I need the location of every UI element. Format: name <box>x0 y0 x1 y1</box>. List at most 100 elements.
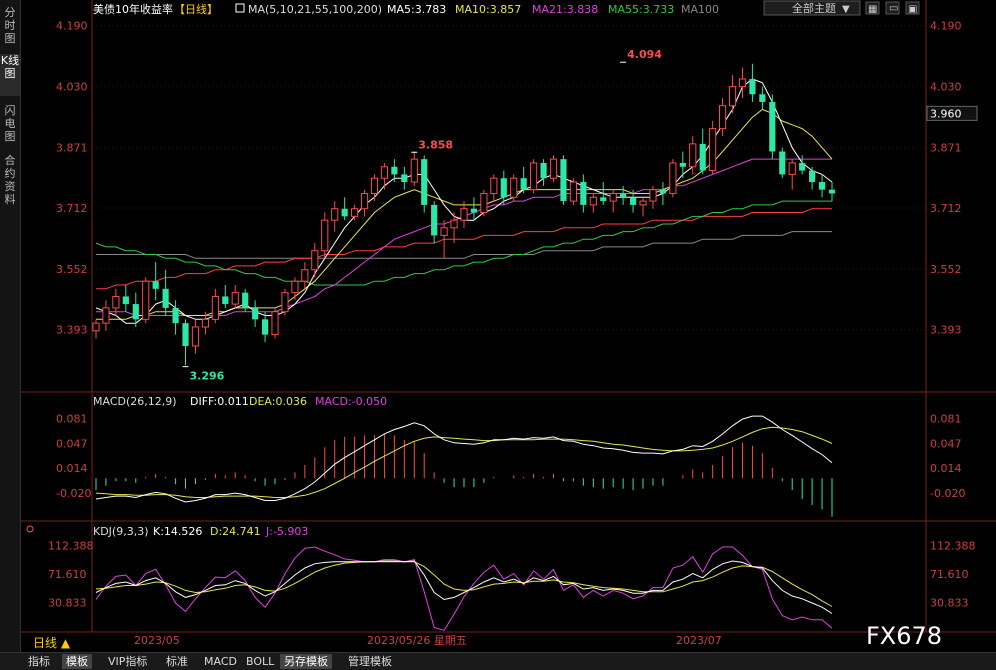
macd-tick-right: 0.014 <box>930 462 962 475</box>
macd-diff-line <box>95 415 833 503</box>
macd-tick-right: 0.081 <box>930 412 962 425</box>
kdj-settings-icon[interactable] <box>26 525 34 533</box>
candle-body-up <box>788 162 796 175</box>
candle-body-up <box>530 162 538 191</box>
candle-body-up <box>719 105 727 130</box>
candle-body-down <box>152 281 159 289</box>
theme-dropdown[interactable]: 全部主题 ▼ <box>763 0 861 16</box>
candle-body-down <box>172 307 179 324</box>
kdj-tick-right: 71.610 <box>930 568 969 581</box>
app-root: 美债10年收益率 【日线】 MA(5,10,21,55,100,200) MA5… <box>0 0 996 670</box>
candle-body-up <box>360 192 369 210</box>
candle-body-up <box>112 295 120 309</box>
macd-value: MACD:-0.050 <box>315 395 387 408</box>
ma-toggle-icon[interactable] <box>235 3 245 13</box>
candle-body-up <box>669 162 677 194</box>
candle-body-up <box>351 208 359 217</box>
candle-body-up <box>569 181 577 202</box>
candle-body-down <box>620 193 627 198</box>
macd-axis: -0.020 -0.020 0.014 0.014 0.047 0.047 0.081 0.0… <box>56 412 965 500</box>
candle-body-down <box>431 204 438 236</box>
grid-icon: ▦ <box>868 4 877 15</box>
bottom-tab-template[interactable]: 模板 <box>62 654 92 669</box>
candle-body-down <box>540 162 547 179</box>
macd-tick-left: -0.020 <box>56 487 91 500</box>
candle-body-down <box>629 197 637 205</box>
candle-body-up <box>709 128 717 172</box>
sidebar-tab-kline[interactable]: K线图 <box>0 54 20 96</box>
chart-period: 【日线】 <box>174 2 218 16</box>
bottom-tab-boll[interactable]: BOLL <box>242 654 278 669</box>
candle-body-up <box>728 86 737 107</box>
macd-tick-left: 0.081 <box>56 412 88 425</box>
macd-diff: DIFF:0.011 <box>190 395 249 408</box>
bottom-tab-vip[interactable]: VIP指标 <box>104 654 151 669</box>
price-tick-right: 3.871 <box>930 141 962 154</box>
macd-tick-right: -0.020 <box>930 487 965 500</box>
candle-body-down <box>659 189 667 194</box>
price-tick-left: 3.712 <box>56 202 88 215</box>
macd-label: MACD(26,12,9) <box>93 395 177 408</box>
candle-body-down <box>699 143 706 171</box>
ma21-line <box>96 158 832 316</box>
sidebar: 分时图 K线图 闪电图 合约资料 <box>0 0 21 652</box>
bottom-tab-manage-template[interactable]: 管理模板 <box>344 654 396 669</box>
candle-body-up <box>271 311 279 336</box>
sidebar-tab-timeshare[interactable]: 分时图 <box>0 6 20 46</box>
candle-body-up <box>609 192 617 202</box>
candle-body-down <box>769 101 776 152</box>
candle-body-down <box>470 208 478 213</box>
bottom-tab-macd[interactable]: MACD <box>200 654 241 669</box>
sidebar-tab-lightning[interactable]: 闪电图 <box>0 104 20 144</box>
candle-body-up <box>142 280 150 320</box>
kdj-d: D:24.741 <box>210 525 261 538</box>
kdj-tick-left: 112.388 <box>48 539 94 552</box>
grid-layout-button[interactable]: ▦ <box>865 1 880 15</box>
candle-body-down <box>261 319 269 335</box>
kdj-tick-left: 71.610 <box>48 568 87 581</box>
bottom-tab-standard[interactable]: 标准 <box>162 654 192 669</box>
candle-body-up <box>301 269 309 282</box>
candle-body-up <box>738 78 747 88</box>
current-price-label: 3.960 <box>930 107 962 120</box>
candles <box>92 63 836 366</box>
date-axis-center: 2023/05/26 星期五 <box>367 634 467 647</box>
candle-body-down <box>421 159 428 205</box>
candle-body-up <box>321 219 329 252</box>
kdj-tick-right: 112.388 <box>930 539 976 552</box>
watermark-fx678: FX678 <box>866 622 942 650</box>
chart-title: 美债10年收益率 <box>93 2 173 16</box>
candle-body-up <box>191 326 200 347</box>
bottom-tab-save-template[interactable]: 另存模板 <box>280 654 332 669</box>
candle-body-up <box>92 322 100 332</box>
macd-tick-left: 0.047 <box>56 438 88 451</box>
bottom-tab-indicators[interactable]: 指标 <box>24 654 54 669</box>
maximize-button[interactable]: ▣ <box>905 1 920 15</box>
candle-body-down <box>242 292 249 308</box>
macd-bars <box>95 433 833 517</box>
candle-body-down <box>401 174 408 183</box>
kdj-k: K:14.526 <box>153 525 202 538</box>
minimize-button[interactable]: ▭ <box>885 1 900 15</box>
sidebar-tab-contract-info[interactable]: 合约资料 <box>0 154 20 210</box>
kdj-d-line <box>95 561 833 607</box>
maximize-icon: ▣ <box>908 4 917 15</box>
ma55-value: MA55:3.733 <box>608 3 674 16</box>
candle-body-down <box>162 288 169 308</box>
candle-body-down <box>600 197 607 202</box>
chart-canvas: 美债10年收益率 【日线】 MA(5,10,21,55,100,200) MA5… <box>20 0 996 650</box>
macd-tick-right: 0.047 <box>930 438 962 451</box>
candle-body-up <box>450 219 458 229</box>
candle-body-up <box>370 177 379 194</box>
candle-body-up <box>311 250 319 271</box>
period-button[interactable]: 日线 ▲ <box>33 636 71 650</box>
candle-body-up <box>460 208 468 221</box>
candle-body-down <box>560 159 567 202</box>
macd-lines <box>95 415 833 503</box>
price-tick-right: 3.552 <box>930 263 962 276</box>
period-button-label: 日线 ▲ <box>33 636 71 650</box>
price-tick-left: 3.871 <box>56 141 88 154</box>
price-tick-left: 4.030 <box>56 81 88 94</box>
chevron-down-icon: ▼ <box>842 4 850 15</box>
kdj-tick-right: 30.833 <box>930 596 969 609</box>
